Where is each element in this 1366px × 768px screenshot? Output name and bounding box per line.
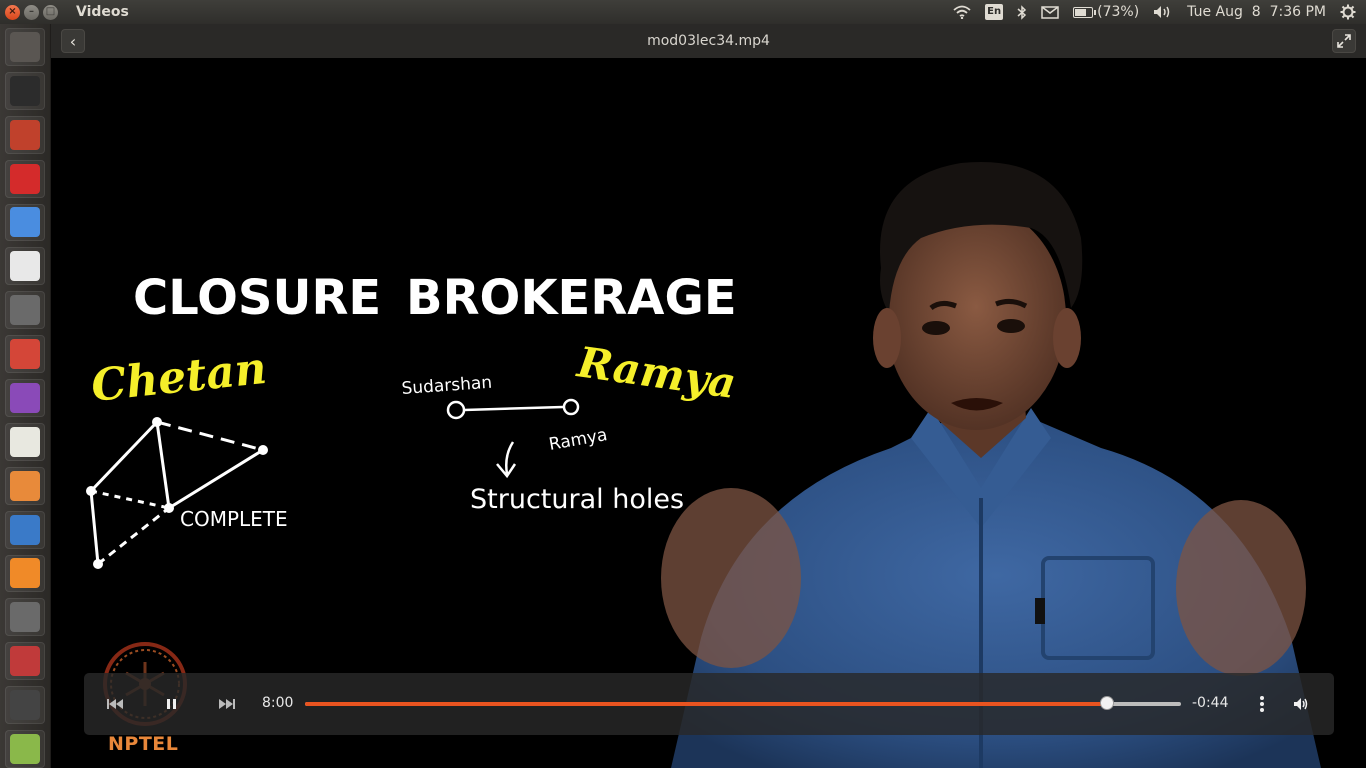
video-file-title: mod03lec34.mp4	[647, 33, 770, 49]
gmail-icon	[10, 339, 40, 370]
back-button[interactable]: ‹	[61, 29, 85, 53]
launcher	[0, 24, 51, 768]
system-settings-gear-icon[interactable]	[1340, 4, 1356, 20]
label-sudarshan: Sudarshan	[401, 373, 493, 399]
next-button[interactable]	[212, 689, 242, 719]
seek-bar-progress	[305, 702, 1108, 706]
launcher-item[interactable]	[5, 422, 45, 461]
closure-title: CLOSURE	[133, 270, 381, 326]
app-title: Videos	[76, 4, 129, 20]
writer-icon	[10, 514, 40, 545]
battery-percent: (73%)	[1097, 4, 1140, 20]
seek-handle[interactable]	[1100, 696, 1115, 710]
keyboard-layout-indicator[interactable]: En	[985, 4, 1004, 20]
document-viewer-icon	[10, 251, 40, 282]
launcher-item[interactable]	[5, 510, 45, 549]
window-controls: × – □	[5, 4, 58, 20]
minimize-window-button[interactable]: –	[24, 4, 39, 20]
launcher-item[interactable]	[5, 730, 45, 768]
clock[interactable]: Tue Aug 8 7:36 PM	[1187, 4, 1326, 20]
launcher-item[interactable]	[5, 115, 45, 154]
launcher-item[interactable]	[5, 379, 45, 417]
label-ramya-small: Ramya	[547, 425, 608, 455]
launcher-item[interactable]	[5, 28, 45, 66]
presentation-icon	[10, 470, 40, 501]
skip-previous-icon	[107, 699, 123, 709]
battery-indicator[interactable]: (73%)	[1073, 4, 1139, 20]
presenter-figure	[661, 161, 1321, 768]
remaining-time: -0:44	[1192, 695, 1229, 711]
launcher-item[interactable]	[5, 466, 45, 505]
sublime-text-icon	[10, 558, 40, 589]
volume-button[interactable]	[1286, 689, 1316, 719]
launcher-item[interactable]	[5, 159, 45, 198]
bluetooth-icon[interactable]	[1017, 4, 1027, 20]
text-editor-icon	[10, 426, 40, 457]
launcher-item[interactable]	[5, 291, 45, 330]
launcher-item[interactable]	[5, 71, 45, 110]
chevron-left-icon: ‹	[69, 31, 77, 51]
nptel-watermark-label: NPTEL	[108, 733, 179, 755]
top-panel: × – □ Videos En (73%) Tue Aug 8 7:36 PM	[0, 0, 1366, 24]
volume-icon[interactable]	[1153, 5, 1173, 19]
fullscreen-button[interactable]	[1332, 29, 1356, 53]
mail-icon[interactable]	[1041, 5, 1059, 19]
pause-button[interactable]	[156, 689, 186, 719]
pause-icon	[166, 699, 176, 709]
opera-icon	[10, 163, 40, 194]
name-chetan: Chetan	[89, 343, 269, 412]
video-editor-icon	[10, 295, 40, 326]
current-time: 8:00	[262, 695, 294, 711]
close-window-button[interactable]: ×	[5, 4, 20, 20]
more-options-button[interactable]	[1247, 689, 1277, 719]
battery-icon	[1073, 6, 1097, 18]
launcher-item[interactable]	[5, 203, 45, 242]
launcher-item[interactable]	[5, 686, 45, 724]
chrome-icon	[10, 207, 40, 238]
webcam-icon	[10, 382, 40, 413]
files-icon	[10, 119, 40, 150]
terminal-icon	[10, 75, 40, 106]
launcher-item[interactable]	[5, 247, 45, 286]
brokerage-tie	[446, 398, 580, 420]
ubuntu-dash-icon	[10, 31, 40, 62]
skip-next-icon	[219, 699, 235, 709]
battery-level-fill	[1075, 8, 1087, 16]
launcher-item[interactable]	[5, 554, 45, 593]
expand-icon	[1337, 34, 1351, 48]
network-icon	[10, 646, 40, 677]
app-icon	[10, 690, 40, 721]
wifi-icon[interactable]	[953, 5, 971, 19]
software-center-icon	[10, 733, 40, 764]
more-vertical-icon	[1260, 696, 1264, 712]
previous-button[interactable]	[100, 689, 130, 719]
player-controls: 8:00 -0:44	[84, 673, 1334, 735]
maximize-window-button[interactable]: □	[43, 4, 58, 20]
video-window-header: ‹ mod03lec34.mp4	[51, 24, 1366, 58]
speaker-icon	[1294, 698, 1308, 710]
seek-bar[interactable]	[305, 696, 1181, 710]
label-complete: COMPLETE	[180, 507, 288, 531]
indicator-area: En (73%) Tue Aug 8 7:36 PM	[953, 4, 1366, 20]
down-arrow	[496, 441, 517, 479]
ipython-icon	[10, 602, 40, 633]
launcher-item[interactable]	[5, 642, 45, 681]
closure-graph-nodes	[86, 417, 268, 569]
video-frame[interactable]: CLOSURE BROKERAGE Chetan COMPLETE Sudars…	[51, 58, 1366, 768]
closure-network-graph	[89, 420, 264, 566]
launcher-item[interactable]	[5, 335, 45, 373]
launcher-item[interactable]	[5, 598, 45, 637]
